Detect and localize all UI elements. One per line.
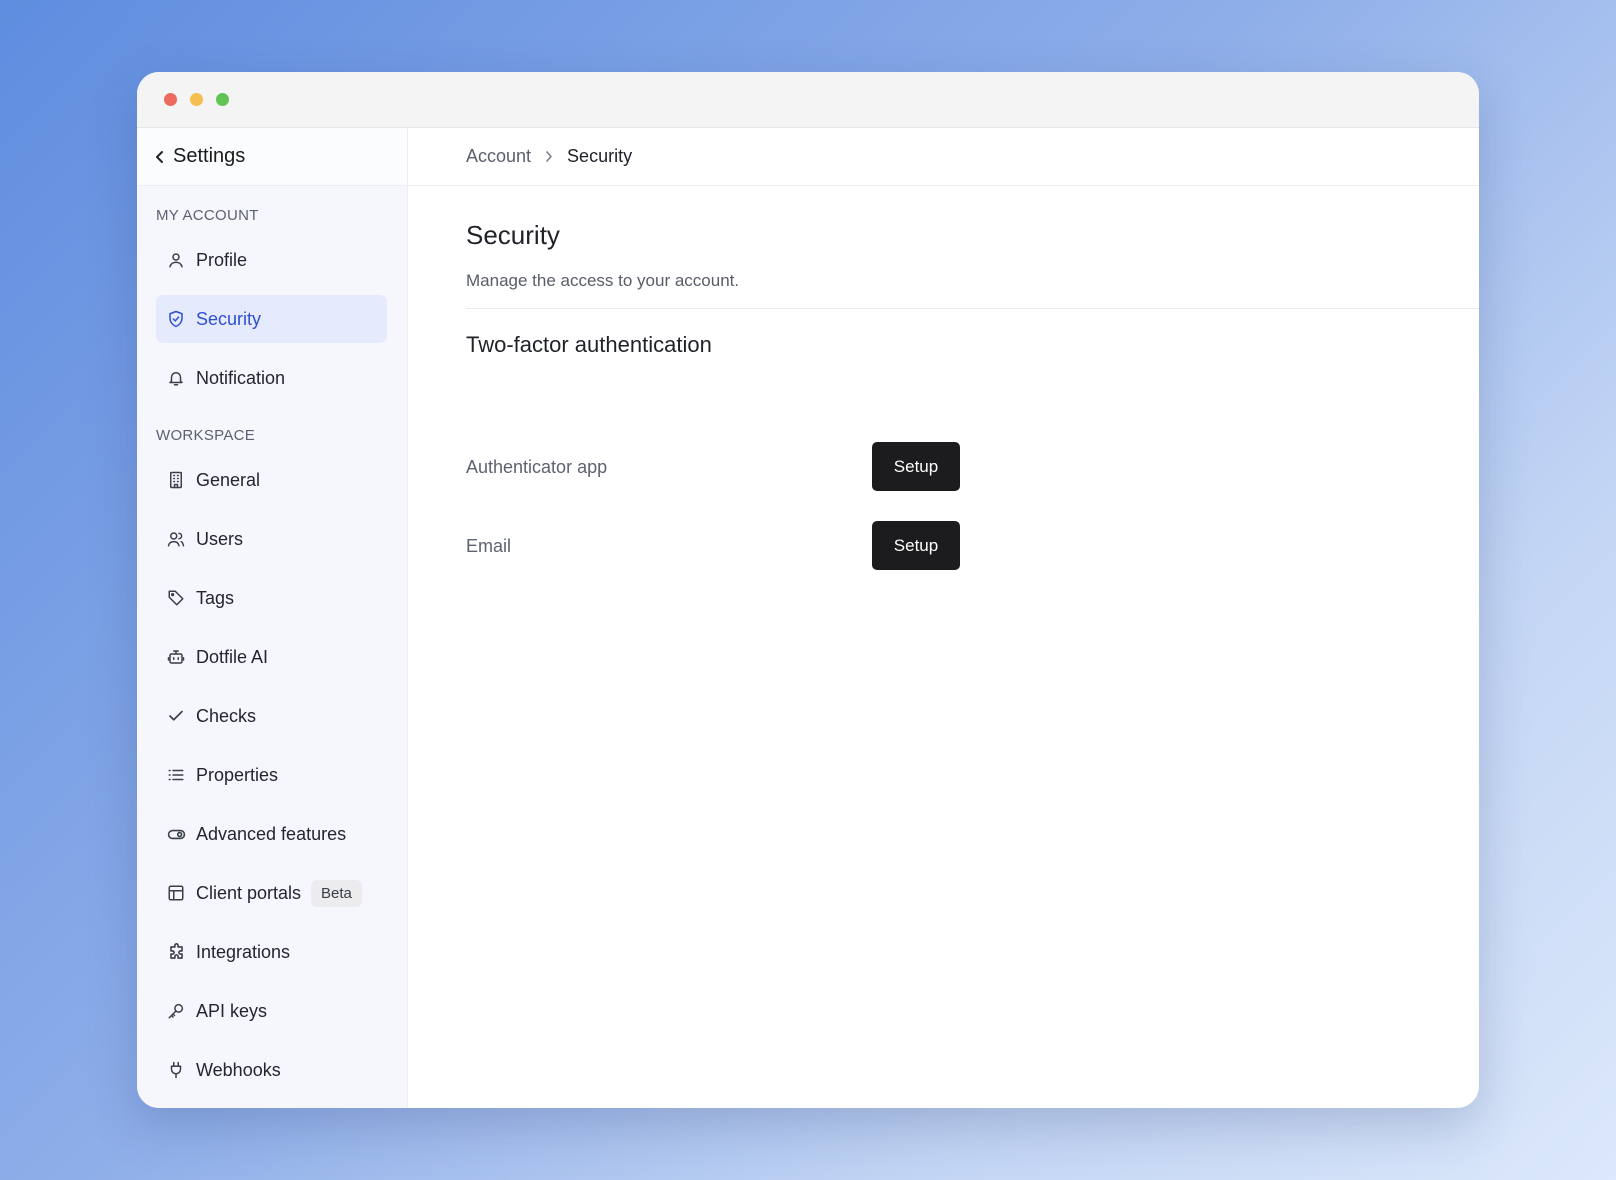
sidebar-item-label: Client portals [196, 882, 302, 903]
sidebar-item-webhooks[interactable]: Webhooks [156, 1046, 387, 1094]
beta-badge: Beta [311, 879, 362, 907]
main-content: Account Security Security Manage the acc… [408, 128, 1479, 1108]
sidebar-header[interactable]: Settings [137, 128, 407, 186]
close-window-button[interactable] [164, 93, 177, 106]
sidebar-item-users[interactable]: Users [156, 515, 387, 563]
authenticator-app-setup-button[interactable]: Setup [872, 442, 960, 491]
sidebar-item-api-keys[interactable]: API keys [156, 987, 387, 1035]
authenticator-app-label: Authenticator app [466, 457, 608, 477]
title-bar [137, 72, 1479, 128]
tag-icon [166, 588, 186, 608]
sidebar-item-advanced-features[interactable]: Advanced features [156, 810, 387, 858]
key-icon [166, 1001, 186, 1021]
sidebar-item-tags[interactable]: Tags [156, 574, 387, 622]
bell-icon [166, 368, 186, 388]
section-label-my-account: MY ACCOUNT [156, 207, 259, 224]
sidebar-item-label: General [196, 469, 261, 490]
building-icon [166, 470, 186, 490]
list-icon [166, 765, 186, 785]
puzzle-icon [166, 942, 186, 962]
sidebar-item-notification[interactable]: Notification [156, 354, 387, 402]
page-title: Security [466, 220, 560, 250]
sidebar-item-label: Profile [196, 249, 248, 270]
breadcrumb-account-link[interactable]: Account [466, 146, 531, 167]
toggle-icon [166, 824, 186, 844]
sidebar-item-dotfile-ai[interactable]: Dotfile AI [156, 633, 387, 681]
check-icon [166, 706, 186, 726]
sidebar-item-checks[interactable]: Checks [156, 692, 387, 740]
sidebar-item-label: Users [196, 528, 244, 549]
chevron-left-icon[interactable] [149, 146, 171, 168]
sidebar-item-general[interactable]: General [156, 456, 387, 504]
breadcrumb: Account Security [408, 128, 1479, 186]
sidebar-item-client-portals[interactable]: Client portals Beta [156, 869, 387, 917]
sidebar-item-label: Properties [196, 764, 279, 785]
breadcrumb-current: Security [567, 146, 633, 166]
settings-sidebar: Settings MY ACCOUNT Profile Security Not… [137, 128, 408, 1108]
shield-check-icon [166, 309, 186, 329]
sidebar-item-label: Notification [196, 367, 286, 388]
user-icon [166, 250, 186, 270]
minimize-window-button[interactable] [190, 93, 203, 106]
two-factor-section-title: Two-factor authentication [466, 332, 712, 357]
layout-icon [166, 883, 186, 903]
sidebar-item-label: Tags [196, 587, 235, 608]
sidebar-item-label: Integrations [196, 941, 291, 962]
app-window: Settings MY ACCOUNT Profile Security Not… [137, 72, 1479, 1108]
sidebar-item-label: Webhooks [196, 1059, 281, 1080]
sidebar-item-integrations[interactable]: Integrations [156, 928, 387, 976]
sidebar-item-label: Advanced features [196, 823, 347, 844]
sidebar-item-properties[interactable]: Properties [156, 751, 387, 799]
sidebar-item-label: Security [196, 308, 262, 329]
maximize-window-button[interactable] [216, 93, 229, 106]
plug-icon [166, 1060, 186, 1080]
section-divider [466, 308, 1479, 309]
bot-icon [166, 647, 186, 667]
section-label-workspace: WORKSPACE [156, 427, 256, 444]
sidebar-item-label: Checks [196, 705, 257, 726]
users-icon [166, 529, 186, 549]
email-setup-button[interactable]: Setup [872, 521, 960, 570]
sidebar-item-profile[interactable]: Profile [156, 236, 387, 284]
page-subtitle: Manage the access to your account. [466, 271, 740, 290]
sidebar-item-label: Dotfile AI [196, 646, 269, 667]
sidebar-item-label: API keys [196, 1000, 268, 1021]
sidebar-title: Settings [173, 145, 246, 167]
sidebar-item-security[interactable]: Security [156, 295, 387, 343]
chevron-right-icon [545, 150, 553, 163]
email-label: Email [466, 536, 512, 556]
